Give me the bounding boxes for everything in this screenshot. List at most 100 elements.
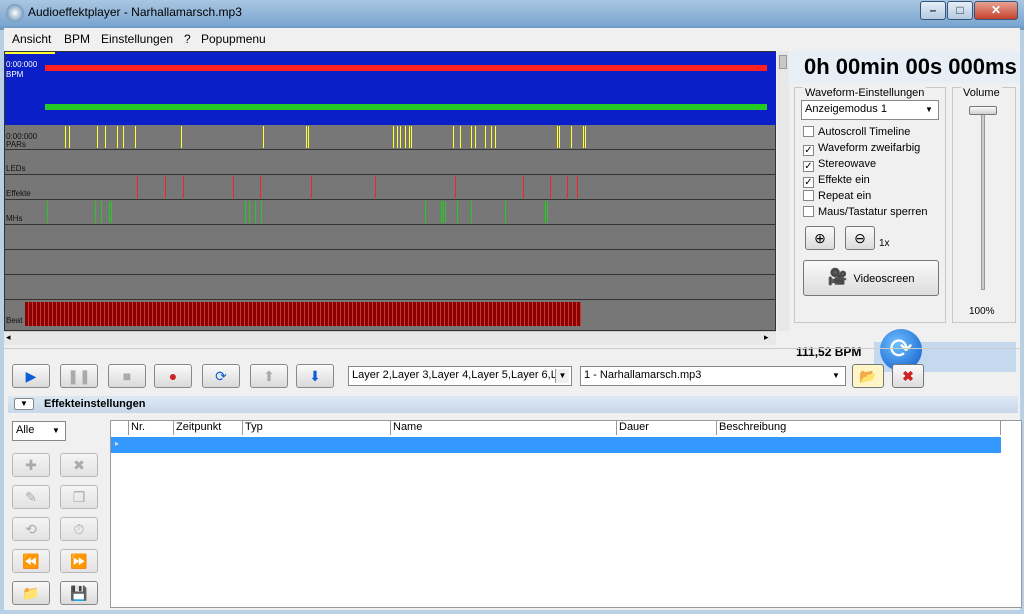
save-effects-button[interactable]: 💾 xyxy=(60,581,98,605)
timeline-marker xyxy=(393,126,394,148)
track-select[interactable]: 1 - Narhallamarsch.mp3 ▼ xyxy=(580,366,846,386)
display-mode-value: Anzeigemodus 1 xyxy=(805,103,887,115)
timeline-marker xyxy=(471,201,472,223)
vscroll-thumb[interactable] xyxy=(779,55,787,69)
timeline-marker xyxy=(457,201,458,223)
menu-popupmenu[interactable]: Popupmenu xyxy=(201,32,266,46)
remove-track-button[interactable]: ✖ xyxy=(892,364,924,388)
rewind-button[interactable]: ⏪ xyxy=(12,549,50,573)
display-mode-select[interactable]: Anzeigemodus 1 ▼ xyxy=(801,100,939,120)
timeline-marker xyxy=(441,201,442,223)
column-header-nr[interactable]: Nr. xyxy=(129,421,174,435)
videoscreen-label: Videoscreen xyxy=(853,273,915,285)
lane-pars: 0:00:000 PARs xyxy=(5,125,776,150)
zoom-in-icon: ⊕ xyxy=(814,230,826,246)
timeline-marker xyxy=(183,176,184,198)
column-header-name[interactable]: Name xyxy=(391,421,617,435)
checkbox-effects-on[interactable]: ✓ Effekte ein xyxy=(803,174,870,188)
scroll-right-icon[interactable]: ▸ xyxy=(764,332,769,343)
checkbox-box[interactable] xyxy=(803,126,814,137)
sync-effect-button[interactable]: ⟲ xyxy=(12,517,50,541)
checkbox-box[interactable]: ✓ xyxy=(803,145,814,156)
scroll-left-icon[interactable]: ◂ xyxy=(6,332,11,343)
layers-select[interactable]: Layer 2,Layer 3,Layer 4,Layer 5,Layer 6,… xyxy=(348,366,572,386)
timeline-marker xyxy=(311,176,312,198)
waveform-settings-group: Waveform-Einstellungen Anzeigemodus 1 ▼ … xyxy=(794,87,946,323)
timeline-marker xyxy=(397,126,398,148)
column-header-beschreibung[interactable]: Beschreibung xyxy=(717,421,1001,435)
edit-effect-button[interactable]: ✎ xyxy=(12,485,50,509)
folder-icon: 📁 xyxy=(22,585,40,601)
menu-ansicht[interactable]: Ansicht xyxy=(12,32,51,46)
timeline-marker xyxy=(505,201,506,223)
checkbox-box[interactable]: ✓ xyxy=(803,177,814,188)
add-effect-button[interactable]: ✚ xyxy=(12,453,50,477)
down-button[interactable]: ⬇ xyxy=(296,364,334,388)
playhead-marker xyxy=(5,52,55,54)
checkbox-box[interactable] xyxy=(803,190,814,201)
folder-icon: 📂 xyxy=(859,368,877,384)
zoom-in-button[interactable]: ⊕ xyxy=(805,226,835,250)
delete-effect-button[interactable]: ✖ xyxy=(60,453,98,477)
play-button[interactable]: ▶ xyxy=(12,364,50,388)
lane-empty-1 xyxy=(5,225,776,250)
timeline-marker xyxy=(577,176,578,198)
column-header-zeitpunkt[interactable]: Zeitpunkt xyxy=(174,421,243,435)
up-button[interactable]: ⬆ xyxy=(250,364,288,388)
volume-slider-thumb[interactable] xyxy=(969,106,997,115)
checkbox-label: Waveform zweifarbig xyxy=(818,142,921,154)
column-header-dauer[interactable]: Dauer xyxy=(617,421,717,435)
collapse-icon[interactable]: ▼ xyxy=(14,398,34,410)
panel-splitter[interactable] xyxy=(4,348,1020,351)
control-panel: 0h 00min 00s 000ms Waveform-Einstellunge… xyxy=(790,51,1020,372)
minimize-button[interactable]: – xyxy=(920,1,946,20)
copy-effect-button[interactable]: ❐ xyxy=(60,485,98,509)
checkbox-waveform-two-color[interactable]: ✓ Waveform zweifarbig xyxy=(803,142,920,156)
timeline-marker xyxy=(263,126,264,148)
checkbox-box[interactable] xyxy=(803,206,814,217)
delete-icon: ✖ xyxy=(73,457,85,473)
record-button[interactable]: ● xyxy=(154,364,192,388)
effects-grid[interactable]: Nr. Zeitpunkt Typ Name Dauer Beschreibun… xyxy=(110,420,1022,608)
timeline-vertical-scrollbar[interactable] xyxy=(777,51,789,331)
stop-button[interactable]: ■ xyxy=(108,364,146,388)
column-header-typ[interactable]: Typ xyxy=(243,421,391,435)
timeline-marker xyxy=(557,126,558,148)
loop-button[interactable]: ⟳ xyxy=(202,364,240,388)
pause-button[interactable]: ❚❚ xyxy=(60,364,98,388)
checkbox-lock-input[interactable]: Maus/Tastatur sperren xyxy=(803,206,927,218)
timeline-view[interactable]: 0:00:000 BPM 0:00:000 PARs LEDs Effekte … xyxy=(4,51,776,331)
videoscreen-button[interactable]: 🎥 Videoscreen xyxy=(803,260,939,296)
timeline-marker xyxy=(135,126,136,148)
chevron-down-icon: ▼ xyxy=(925,105,933,114)
timeline-marker xyxy=(47,201,48,223)
open-track-button[interactable]: 📂 xyxy=(852,364,884,388)
menu-einstellungen[interactable]: Einstellungen xyxy=(101,32,173,46)
forward-button[interactable]: ⏩ xyxy=(60,549,98,573)
checkbox-repeat[interactable]: Repeat ein xyxy=(803,190,871,202)
lane-label-beat: Beat xyxy=(6,316,23,325)
zoom-out-button[interactable]: ⊖ xyxy=(845,226,875,250)
checkbox-label: Effekte ein xyxy=(818,174,870,186)
filter-select[interactable]: Alle ▼ xyxy=(12,421,66,441)
close-button[interactable]: ✕ xyxy=(974,1,1018,20)
checkbox-box[interactable]: ✓ xyxy=(803,161,814,172)
volume-title: Volume xyxy=(961,87,1002,99)
timeline-marker xyxy=(409,126,410,148)
maximize-button[interactable]: □ xyxy=(947,1,973,20)
menu-help[interactable]: ? xyxy=(184,32,191,46)
timer-effect-button[interactable]: ⏱ xyxy=(60,517,98,541)
open-effects-button[interactable]: 📁 xyxy=(12,581,50,605)
timeline-marker xyxy=(375,176,376,198)
timeline-marker xyxy=(460,126,461,148)
timeline-marker xyxy=(137,176,138,198)
effects-header[interactable]: ▼ Effekteinstellungen xyxy=(8,396,1018,413)
menu-bpm[interactable]: BPM xyxy=(64,32,90,46)
table-row[interactable]: ▸ xyxy=(111,437,1001,453)
lane-label-pars: PARs xyxy=(6,140,26,149)
copy-icon: ❐ xyxy=(72,489,86,505)
checkbox-stereowave[interactable]: ✓ Stereowave xyxy=(803,158,876,172)
timeline-horizontal-scrollbar[interactable]: ◂ ▸ xyxy=(4,331,776,345)
filter-value: Alle xyxy=(16,424,35,436)
checkbox-autoscroll[interactable]: Autoscroll Timeline xyxy=(803,126,910,138)
